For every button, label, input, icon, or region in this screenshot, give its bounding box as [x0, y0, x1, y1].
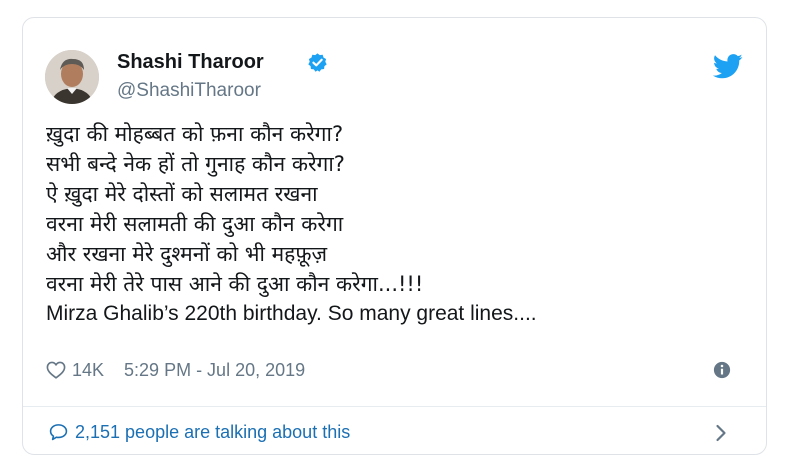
author-handle[interactable]: @ShashiTharoor [117, 80, 261, 102]
like-count[interactable]: 14K [72, 360, 104, 381]
tweet-line: और रखना मेरे दुश्मनों को भी महफ़ूज़ [46, 242, 328, 266]
verified-badge-icon [308, 53, 327, 72]
tweet-line: वरना मेरी सलामती की दुआ कौन करेगा [46, 212, 344, 236]
author-name[interactable]: Shashi Tharoor [117, 50, 264, 74]
info-icon[interactable] [713, 361, 731, 379]
speech-bubble-icon [49, 424, 68, 441]
tweet-line: सभी बन्दे नेक हों तो गुनाह कौन करेगा? [46, 152, 345, 176]
tweet-timestamp[interactable]: 5:29 PM - Jul 20, 2019 [124, 360, 305, 381]
tweet-line: ख़ुदा की मोहब्बत को फ़ना कौन करेगा? [46, 122, 344, 146]
conversation-label[interactable]: 2,151 people are talking about this [75, 421, 350, 443]
avatar[interactable] [45, 50, 99, 104]
heart-icon[interactable] [46, 361, 66, 379]
tweet-line: ऐ ख़ुदा मेरे दोस्तों को सलामत रखना [46, 182, 318, 206]
tweet-text: ख़ुदा की मोहब्बत को फ़ना कौन करेगा? सभी … [46, 119, 746, 329]
twitter-bird-icon[interactable] [713, 54, 743, 79]
avatar-image [45, 50, 99, 104]
tweet-card: Shashi Tharoor @ShashiTharoor ख़ुदा की म… [22, 17, 767, 455]
conversation-link[interactable]: 2,151 people are talking about this [23, 407, 766, 454]
tweet-line: Mirza Ghalib’s 220th birthday. So many g… [46, 302, 537, 325]
tweet-meta: 14K 5:29 PM - Jul 20, 2019 [46, 358, 305, 382]
tweet-line: वरना मेरी तेरे पास आने की दुआ कौन करेगा.… [46, 272, 424, 296]
chevron-right-icon[interactable] [715, 424, 727, 442]
